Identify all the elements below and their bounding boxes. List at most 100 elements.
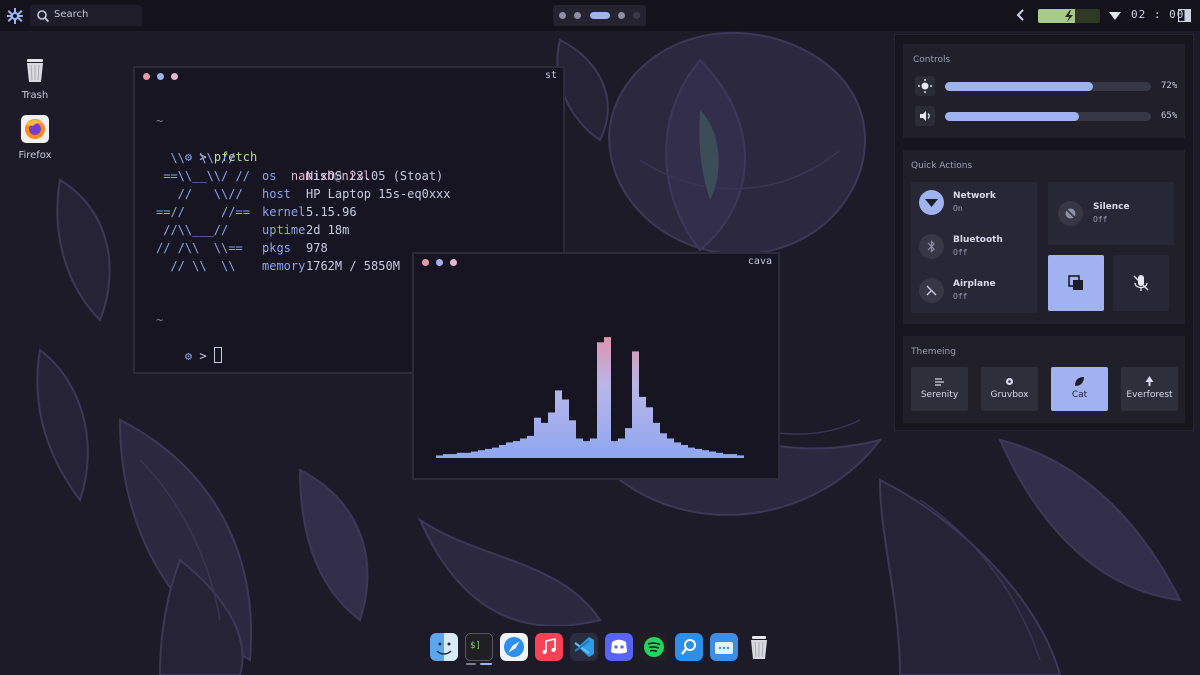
wifi-icon[interactable] <box>1109 10 1121 21</box>
screenshot-button[interactable] <box>1048 255 1104 311</box>
maximize-dot[interactable] <box>450 259 457 266</box>
finder-icon[interactable] <box>430 633 458 661</box>
logo-line: //\\___// <box>156 223 229 237</box>
spotify-icon[interactable] <box>640 633 668 661</box>
info-value: HP Laptop 15s-eq0xxx <box>306 187 451 201</box>
workspace-4[interactable] <box>618 12 625 19</box>
network-toggle[interactable]: Network On <box>919 188 1034 218</box>
visualizer-bar <box>562 399 569 458</box>
search-button[interactable]: Search <box>30 5 142 26</box>
controls-section: Controls 72% 65% <box>903 44 1185 138</box>
visualizer-bar <box>583 441 590 458</box>
airplane-toggle[interactable]: Airplane Off <box>919 276 1034 306</box>
theme-serenity-button[interactable]: Serenity <box>911 367 968 411</box>
search-icon <box>37 10 50 23</box>
terminal-icon[interactable]: $] <box>465 633 493 661</box>
microphone-mute-button[interactable] <box>1113 255 1169 311</box>
window-titlebar[interactable]: st <box>135 68 563 85</box>
prompt-dir: ~ <box>156 114 164 128</box>
logo-line: ==// //== <box>156 205 250 219</box>
visualizer-bar <box>590 438 597 458</box>
visualizer-bar <box>597 342 604 458</box>
window-title: cava <box>747 256 772 267</box>
visualizer-bar <box>653 422 660 458</box>
close-dot[interactable] <box>422 259 429 266</box>
battery-indicator[interactable] <box>1038 9 1100 23</box>
workspace-1[interactable] <box>559 12 566 19</box>
wind-icon <box>935 378 944 386</box>
desktop-icon-label: Firefox <box>18 150 52 161</box>
volume-icon <box>920 111 930 121</box>
do-not-disturb-icon <box>1065 208 1076 219</box>
visualizer-bar <box>555 390 562 458</box>
visualizer-bar <box>443 454 450 458</box>
info-key: memory <box>262 259 306 273</box>
window-titlebar[interactable]: cava <box>414 254 778 271</box>
visualizer-bar <box>723 454 730 458</box>
info-value: 978 <box>306 241 328 255</box>
info-value: 2d 18m <box>306 223 350 237</box>
info-key: uptime <box>262 223 306 237</box>
section-title: Controls <box>913 55 951 65</box>
visualizer-bar <box>618 438 625 458</box>
volume-slider[interactable] <box>945 112 1151 121</box>
visualizer-bar <box>534 417 541 458</box>
visualizer-bar <box>730 454 737 458</box>
visualizer-bar <box>527 435 534 458</box>
close-dot[interactable] <box>143 73 150 80</box>
visualizer-bar <box>506 442 513 458</box>
workspace-switcher <box>553 5 646 26</box>
clock[interactable]: 02 : 00 <box>1131 8 1184 21</box>
tree-icon <box>1145 376 1154 386</box>
desktop-icon-label: Trash <box>21 90 49 101</box>
theme-cat-button[interactable]: Cat <box>1051 367 1108 411</box>
search-app-icon[interactable] <box>675 633 703 661</box>
brightness-value: 72% <box>1161 81 1178 91</box>
prompt-line: ⚙ > <box>156 329 222 383</box>
theme-gruvbox-button[interactable]: Gruvbox <box>981 367 1038 411</box>
theme-everforest-button[interactable]: Everforest <box>1121 367 1178 411</box>
workspace-5[interactable] <box>633 12 640 19</box>
copy-windows-icon <box>1068 275 1083 290</box>
visualizer-bar <box>632 351 639 458</box>
volume-fill <box>945 112 1079 121</box>
visualizer-bar <box>541 422 548 458</box>
brightness-slider[interactable] <box>945 82 1151 91</box>
volume-button[interactable] <box>915 106 935 126</box>
minimize-dot[interactable] <box>436 259 443 266</box>
file-manager-icon[interactable] <box>710 633 738 661</box>
cava-window[interactable]: cava <box>412 252 780 480</box>
trash-icon[interactable] <box>745 633 773 661</box>
safari-icon[interactable] <box>500 633 528 661</box>
visualizer-bar <box>716 452 723 458</box>
dock: $] <box>422 626 778 668</box>
theme-label: Cat <box>1071 390 1088 400</box>
nixos-logo-icon[interactable] <box>6 7 24 25</box>
vscode-icon[interactable] <box>570 633 598 661</box>
visualizer-bar <box>513 441 520 458</box>
silence-toggle[interactable]: Silence Off <box>1048 182 1174 245</box>
theme-label: Everforest <box>1126 390 1173 400</box>
network-state: On <box>953 204 963 213</box>
leaf-icon <box>1075 377 1084 386</box>
control-panel-icon[interactable] <box>1178 9 1191 22</box>
discord-icon[interactable] <box>605 633 633 661</box>
visualizer-bar <box>625 428 632 458</box>
music-icon[interactable] <box>535 633 563 661</box>
workspace-2[interactable] <box>574 12 581 19</box>
audio-visualizer <box>436 337 744 458</box>
visualizer-bar <box>576 438 583 458</box>
maximize-dot[interactable] <box>171 73 178 80</box>
visualizer-bar <box>660 433 667 458</box>
text-cursor[interactable] <box>213 347 222 363</box>
desktop-icon-trash[interactable]: Trash <box>15 55 55 101</box>
visualizer-bar <box>611 441 618 458</box>
brightness-button[interactable] <box>915 76 935 96</box>
visualizer-bar <box>457 452 464 458</box>
bluetooth-toggle[interactable]: Bluetooth Off <box>919 232 1034 262</box>
workspace-3[interactable] <box>590 12 610 19</box>
minimize-dot[interactable] <box>157 73 164 80</box>
desktop-icon-firefox[interactable]: Firefox <box>15 115 55 161</box>
tray-expand-icon[interactable] <box>1015 8 1027 22</box>
search-label: Search <box>54 9 89 20</box>
